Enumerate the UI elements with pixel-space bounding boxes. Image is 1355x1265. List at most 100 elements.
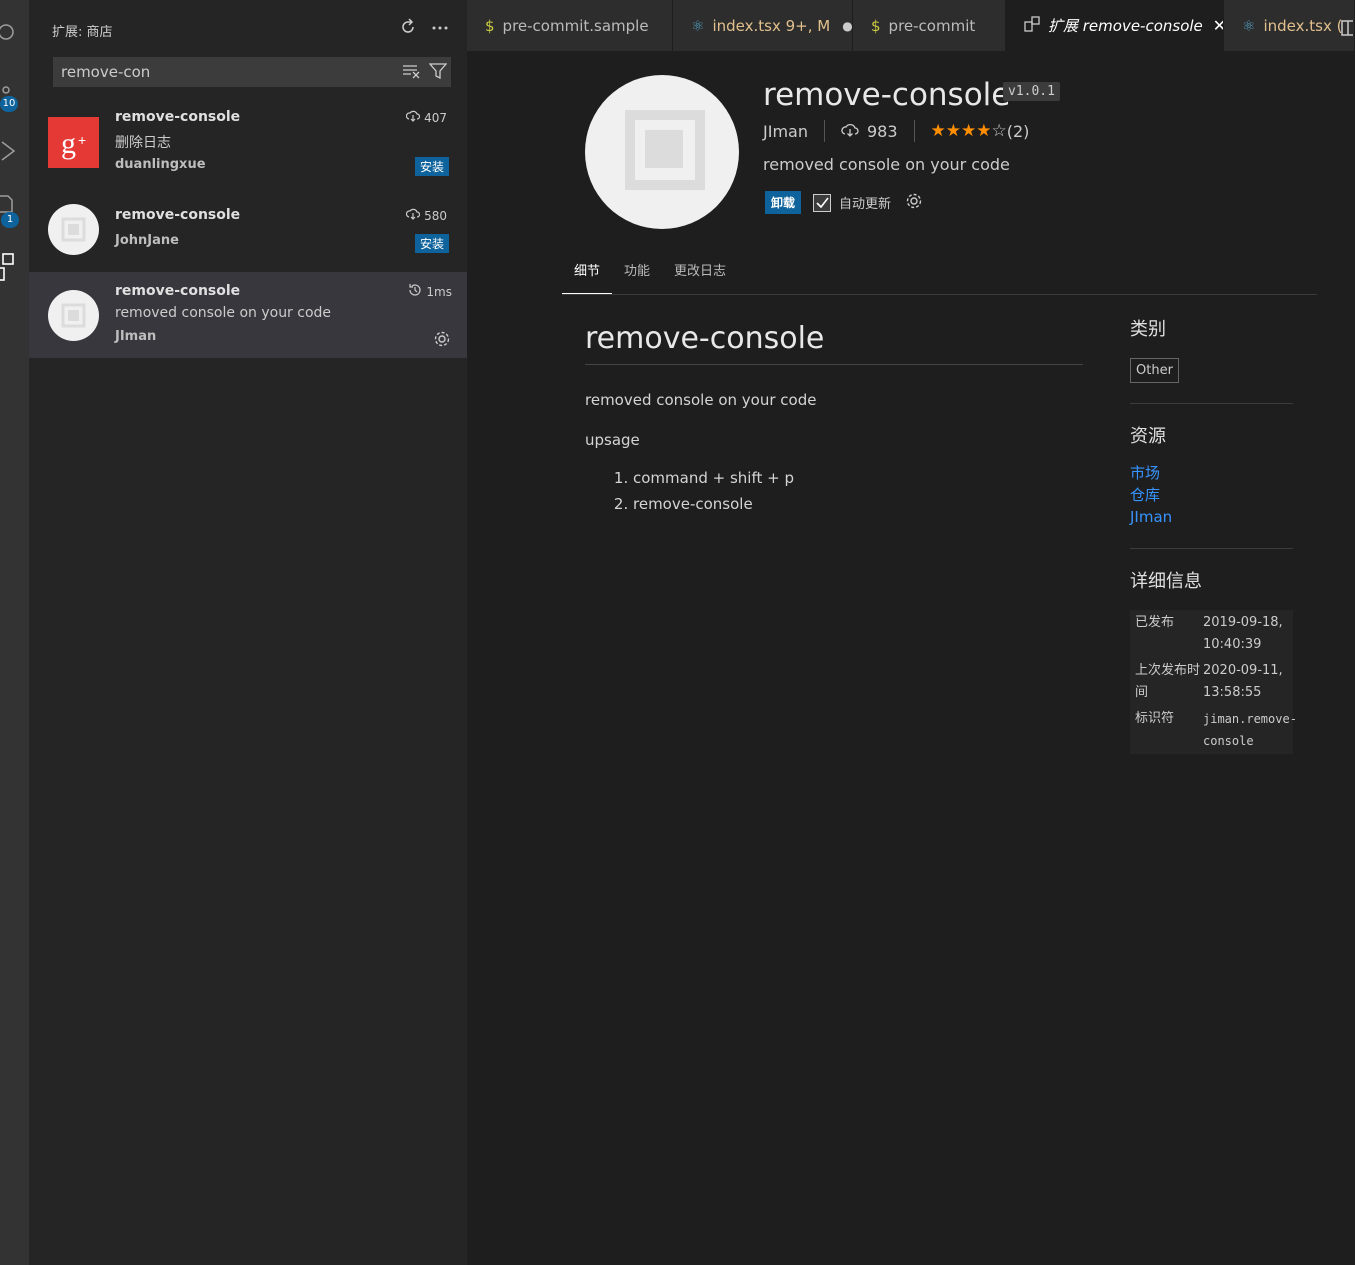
info-key: 上次发布时间 (1135, 663, 1201, 700)
install-button[interactable]: 安装 (414, 234, 449, 253)
tab-pre-commit-sample[interactable]: $ pre-commit.sample (467, 0, 673, 51)
extension-logo (48, 204, 99, 255)
activation-time-value: 1ms (426, 284, 452, 299)
detail-tabs: 细节 功能 更改日志 (562, 263, 1317, 295)
extension-author: JIman (115, 329, 157, 344)
install-button[interactable]: 安装 (414, 157, 449, 176)
activation-time: 1ms (408, 283, 452, 300)
manage-gear-icon[interactable] (905, 192, 923, 214)
extension-list-item[interactable]: remove-console JohnJane 580 安装 (29, 189, 467, 272)
gear-icon[interactable] (433, 330, 451, 352)
publisher-link[interactable]: JIman (763, 122, 808, 141)
tab-index-tsx[interactable]: ⚛ index.tsx 9+, M ● (673, 0, 853, 51)
extension-description: removed console on your code (115, 305, 332, 321)
install-count: 983 (866, 121, 898, 141)
tab-label: pre-commit.sample (502, 16, 649, 35)
extension-author: duanlingxue (115, 157, 206, 172)
tab-features[interactable]: 功能 (612, 263, 662, 293)
google-plus-logo: g + (48, 117, 99, 168)
scm-badge: 10 (0, 96, 18, 112)
extension-description: removed console on your code (763, 155, 1010, 174)
category-tag[interactable]: Other (1130, 358, 1179, 383)
extension-list-item[interactable]: g + remove-console 删除日志 duanlingxue 407 安… (29, 99, 467, 189)
tab-index-tsx-2[interactable]: ⚛ index.tsx ( (1224, 0, 1355, 51)
resources-heading: 资源 (1130, 426, 1166, 447)
readme-steps: command + shift + p remove-console (585, 465, 1083, 517)
cloud-download-icon (405, 110, 421, 125)
activity-bar: 10 1 (0, 0, 29, 1265)
extension-description: 删除日志 (115, 135, 171, 151)
tab-label: pre-commit (888, 16, 976, 35)
cloud-download-icon (405, 208, 421, 223)
readme-heading: remove-console (585, 321, 1083, 365)
extension-name: remove-console (115, 109, 241, 125)
extensions-sidebar: 扩展: 商店 remove-con g + remove-console 删除日志… (29, 0, 467, 1265)
more-actions-icon[interactable] (431, 18, 449, 36)
info-value: 2019-09-18, 10:40:39 (1203, 615, 1283, 652)
extension-details-editor: remove-console v1.0.1 JIman 983 ★★★★☆ (2… (467, 51, 1355, 1265)
shell-icon: $ (871, 16, 881, 35)
tab-changelog[interactable]: 更改日志 (662, 263, 738, 293)
auto-update-checkbox[interactable] (813, 193, 832, 212)
sidebar-title: 扩展: 商店 (52, 25, 113, 40)
version-badge: v1.0.1 (1003, 82, 1060, 101)
react-icon: ⚛ (691, 16, 705, 35)
source-control-icon[interactable]: 10 (0, 84, 29, 112)
install-count-value: 407 (424, 110, 447, 125)
publisher-link[interactable]: JIman (1130, 506, 1293, 528)
extensions-icon[interactable] (0, 252, 29, 288)
editor-tabs: $ pre-commit.sample ⚛ index.tsx 9+, M ● … (467, 0, 1355, 51)
extension-name: remove-console (115, 283, 241, 299)
info-key: 已发布 (1135, 615, 1175, 630)
refresh-icon[interactable] (399, 18, 417, 36)
install-count: 580 (405, 208, 447, 223)
info-value: 2020-09-11, 13:58:55 (1203, 663, 1283, 700)
extension-list-item-selected[interactable]: remove-console removed console on your c… (29, 272, 467, 358)
marketplace-link[interactable]: 市场 (1130, 462, 1293, 484)
extension-logo (585, 75, 739, 229)
rating-count: (2) (1006, 121, 1030, 141)
unsaved-dot-icon: ● (842, 18, 853, 33)
shell-icon: $ (485, 16, 495, 35)
filter-icon[interactable] (428, 63, 448, 83)
extension-logo (48, 290, 99, 341)
repository-link[interactable]: 仓库 (1130, 484, 1293, 506)
search-value: remove-con (61, 63, 151, 81)
extension-side-info: 类别 Other 资源 市场 仓库 JIman 详细信息 已发布 2019-09… (1130, 315, 1297, 754)
extension-title: remove-console (763, 77, 1011, 113)
info-key: 标识符 (1135, 711, 1175, 726)
info-row: 已发布 2019-09-18, 10:40:39 (1130, 610, 1293, 658)
svg-text:+: + (78, 132, 86, 148)
split-editor-icon[interactable] (1341, 20, 1355, 40)
run-debug-icon[interactable] (0, 140, 29, 166)
readme-paragraph: removed console on your code (585, 391, 817, 409)
clear-filter-icon[interactable] (403, 63, 421, 83)
explorer-badge: 1 (1, 212, 19, 228)
react-icon: ⚛ (1242, 16, 1256, 35)
list-item: remove-console (633, 491, 1083, 517)
readme-paragraph: upsage (585, 431, 640, 449)
history-icon (408, 283, 422, 300)
list-item: command + shift + p (633, 465, 1083, 491)
install-count: 407 (405, 110, 447, 125)
tab-extension-remove-console[interactable]: 扩展 remove-console ✕ (1006, 0, 1224, 51)
tab-label: 扩展 remove-console (1048, 17, 1203, 35)
svg-text:g: g (61, 127, 76, 160)
info-row: 上次发布时间 2020-09-11, 13:58:55 (1130, 658, 1293, 706)
explorer-icon[interactable]: 1 (0, 194, 29, 228)
search-input[interactable]: remove-con (53, 57, 451, 87)
info-row: 标识符 jiman.remove-console (1130, 706, 1297, 754)
tab-label: index.tsx 9+, M (712, 16, 831, 35)
install-count-value: 580 (424, 208, 447, 223)
close-icon[interactable]: ✕ (1213, 16, 1223, 35)
tab-pre-commit[interactable]: $ pre-commit (853, 0, 1006, 51)
extension-name: remove-console (115, 207, 241, 223)
info-value: jiman.remove-console (1203, 712, 1297, 748)
cloud-download-icon (841, 122, 859, 141)
search-icon[interactable] (0, 20, 29, 48)
categories-heading: 类别 (1130, 319, 1166, 340)
uninstall-button[interactable]: 卸载 (765, 191, 802, 214)
readme: remove-console removed console on your c… (585, 321, 1083, 517)
rating-stars[interactable]: ★★★★☆ (931, 121, 1007, 141)
tab-details[interactable]: 细节 (562, 263, 613, 294)
